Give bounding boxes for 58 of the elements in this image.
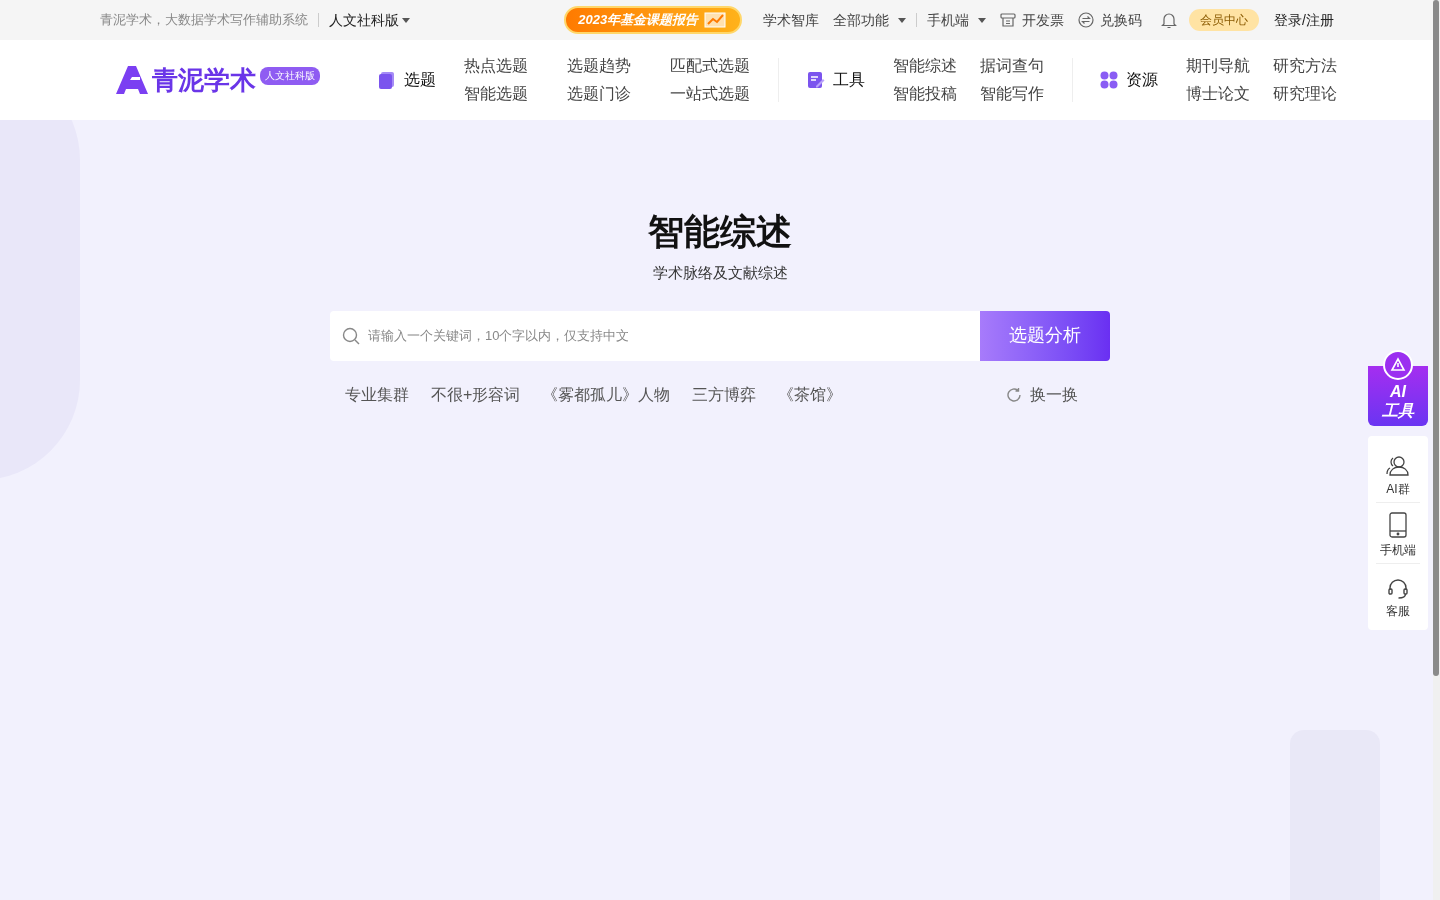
logo-text[interactable]: 青泥学术 xyxy=(152,60,256,100)
member-center-button[interactable]: 会员中心 xyxy=(1189,9,1260,31)
nav-menu-item[interactable]: 博士论文 xyxy=(1186,83,1250,105)
tagline: 青泥学术，大数据学术写作辅助系统 xyxy=(100,11,308,30)
nav-menu-item[interactable]: 研究方法 xyxy=(1273,55,1337,77)
nav-menu-item[interactable]: 智能综述 xyxy=(893,55,957,77)
nav-category[interactable]: 资源 xyxy=(1100,68,1158,92)
side-panel-item[interactable]: AI群 xyxy=(1385,442,1411,502)
ai-tools-button[interactable]: AI 工具 xyxy=(1368,350,1428,426)
nav-menu-item[interactable]: 智能选题 xyxy=(464,83,544,105)
edition-dropdown[interactable]: 人文社科版 xyxy=(329,9,410,31)
nav-menu-item[interactable]: 期刊导航 xyxy=(1186,55,1250,77)
book-icon xyxy=(378,71,396,89)
nav-link[interactable]: 开发票 xyxy=(1000,9,1065,31)
edition-badge: 人文社科版 xyxy=(260,67,320,85)
side-panel-item[interactable]: 手机端 xyxy=(1380,503,1416,563)
nav-menu-item[interactable]: 据词查句 xyxy=(980,55,1044,77)
side-panel-item[interactable]: 客服 xyxy=(1386,564,1410,624)
logo-icon xyxy=(116,66,148,94)
bell-icon[interactable] xyxy=(1161,11,1178,29)
chart-board-icon xyxy=(704,11,729,29)
nav-menu-item[interactable]: 研究理论 xyxy=(1273,83,1337,105)
keyword-tag[interactable]: 不很+形容词 xyxy=(431,382,521,407)
receipt-icon xyxy=(1000,13,1017,27)
people-icon xyxy=(1385,455,1411,477)
page-subtitle: 学术脉络及文献综述 xyxy=(652,263,788,283)
caret-icon xyxy=(898,17,907,23)
nav-category[interactable]: 工具 xyxy=(807,68,865,92)
nav-menu-item[interactable]: 智能投稿 xyxy=(893,83,957,105)
headset-icon xyxy=(1387,577,1409,599)
keyword-tag[interactable]: 专业集群 xyxy=(345,382,409,407)
analyze-button[interactable]: 选题分析 xyxy=(980,310,1110,361)
caret-icon xyxy=(978,17,987,23)
search-icon xyxy=(342,326,360,345)
nav-menu-item[interactable]: 选题趋势 xyxy=(567,55,647,77)
keyword-tag[interactable]: 《茶馆》 xyxy=(778,382,843,407)
nav-menu-item[interactable]: 匹配式选题 xyxy=(670,55,750,77)
nav-link[interactable]: 全部功能 xyxy=(833,9,907,31)
page-title: 智能综述 xyxy=(648,210,792,254)
nav-menu-item[interactable]: 智能写作 xyxy=(980,83,1044,105)
keyword-tag[interactable]: 三方博弈 xyxy=(692,382,757,407)
nav-category[interactable]: 选题 xyxy=(378,68,436,92)
search-field[interactable]: 请输入一个关键词，10个字以内，仅支持中文 xyxy=(330,310,980,361)
nav-menu-item[interactable]: 热点选题 xyxy=(464,55,544,77)
grid-icon xyxy=(1100,71,1118,89)
edit-icon xyxy=(807,71,825,89)
nav-link[interactable]: 学术智库 xyxy=(763,9,820,31)
refresh-icon xyxy=(1006,386,1022,403)
login-link[interactable]: 登录/注册 xyxy=(1274,9,1334,31)
phone-icon xyxy=(1389,512,1407,538)
keyword-tag[interactable]: 《雾都孤儿》人物 xyxy=(542,382,671,407)
caret-icon xyxy=(402,17,410,23)
nav-link[interactable]: 手机端 xyxy=(927,9,987,31)
nav-menu-item[interactable]: 一站式选题 xyxy=(670,83,750,105)
ai-logo-icon xyxy=(1383,350,1413,380)
nav-menu-item[interactable]: 选题门诊 xyxy=(567,83,647,105)
refresh-button[interactable]: 换一换 xyxy=(1006,382,1078,407)
nav-link[interactable]: 兑换码 xyxy=(1078,9,1143,31)
